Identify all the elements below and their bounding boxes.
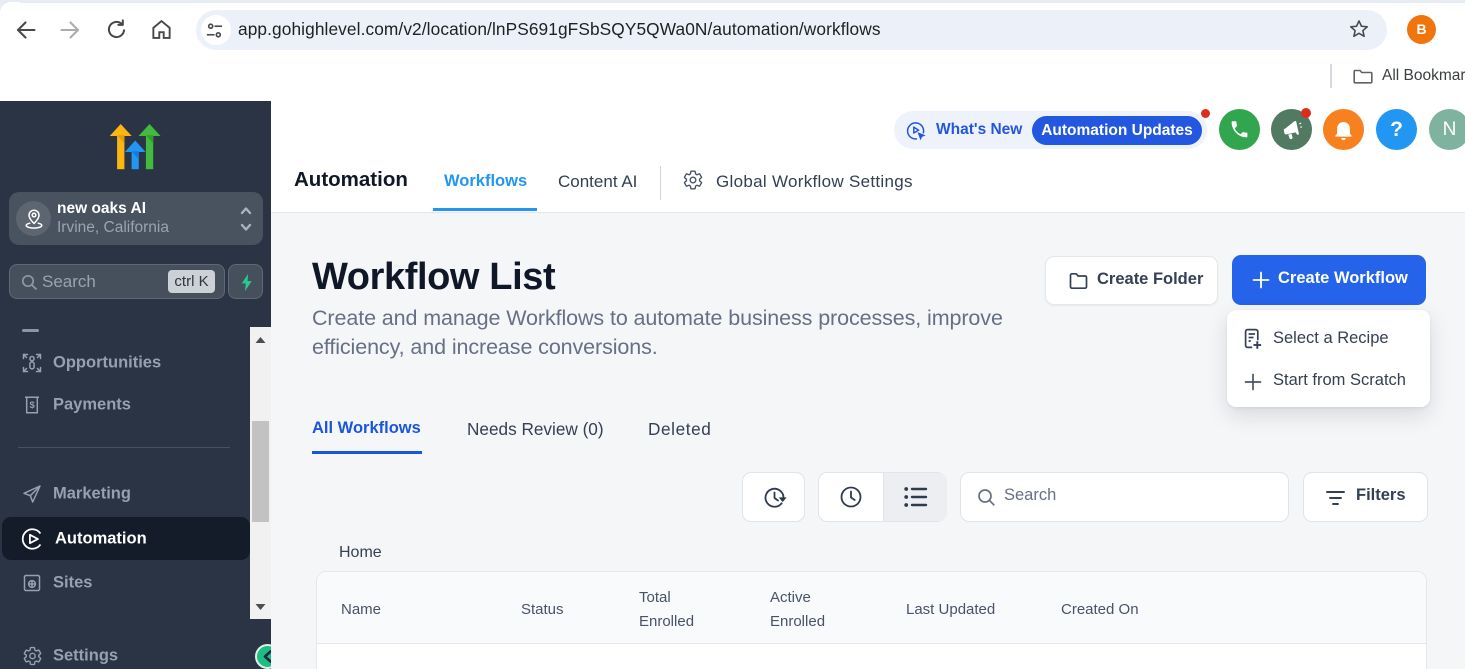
svg-text:$: $: [30, 400, 36, 411]
